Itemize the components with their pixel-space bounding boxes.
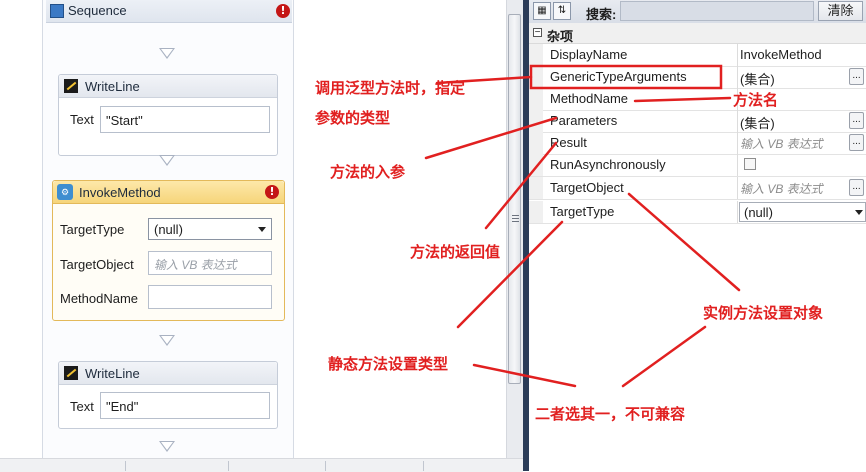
annotation-method-name: 方法名 xyxy=(733,91,779,109)
annotation-choose-one: 二者选其一，不可兼容 xyxy=(535,405,686,423)
callout-line xyxy=(484,141,558,230)
annotation-parameters: 方法的入参 xyxy=(330,163,406,181)
callout-line xyxy=(627,192,741,292)
callout-line xyxy=(456,220,564,329)
annotation-result: 方法的返回值 xyxy=(410,243,501,261)
callout-line xyxy=(633,96,732,103)
annotation-static-type: 静态方法设置类型 xyxy=(328,355,449,373)
callout-line xyxy=(621,325,707,388)
annotation-instance-object: 实例方法设置对象 xyxy=(703,304,824,322)
highlight-box xyxy=(529,64,723,90)
annotation-generic-1: 调用泛型方法时，指定 xyxy=(315,79,466,97)
annotation-generic-2: 参数的类型 xyxy=(315,109,391,127)
callout-line xyxy=(424,116,558,160)
annotation-overlay xyxy=(424,64,741,388)
callout-line xyxy=(472,363,577,388)
